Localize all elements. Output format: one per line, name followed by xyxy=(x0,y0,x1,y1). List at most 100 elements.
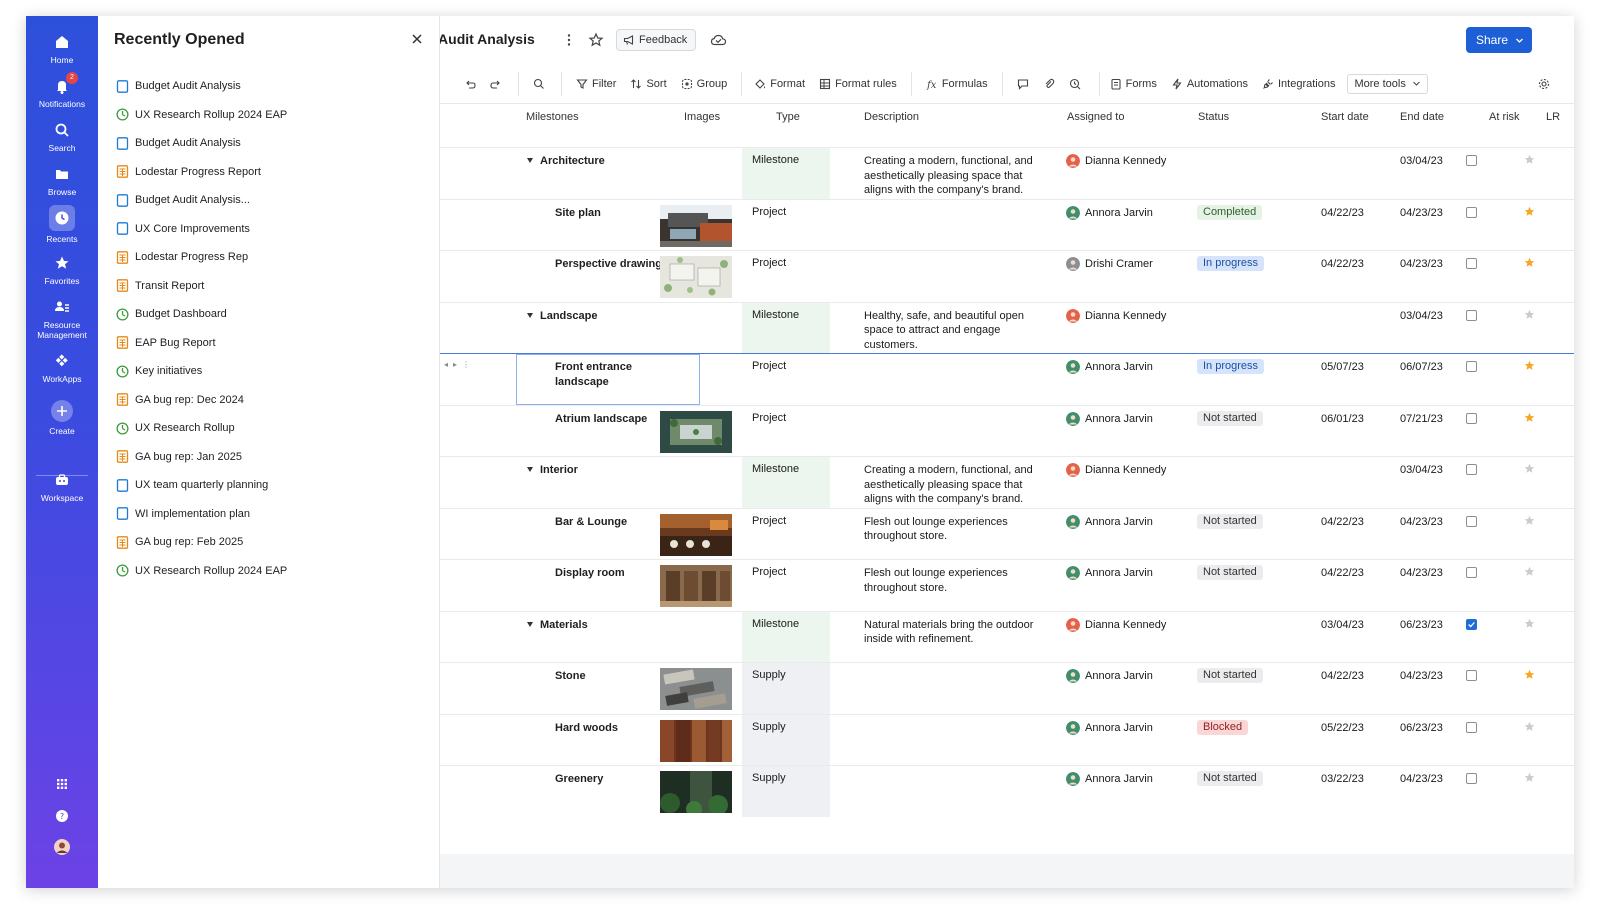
type-cell[interactable]: Milestone xyxy=(742,302,830,354)
at-risk-checkbox[interactable] xyxy=(1466,464,1477,475)
bar-thumbnail[interactable] xyxy=(660,513,732,556)
recent-item[interactable]: UX Core Improvements xyxy=(116,215,426,244)
status-cell[interactable]: In progress xyxy=(1197,256,1265,271)
recent-item[interactable]: UX team quarterly planning xyxy=(116,471,426,500)
at-risk-checkbox[interactable] xyxy=(1466,773,1477,784)
col-milestones[interactable]: Milestones xyxy=(526,111,579,123)
assignee-name[interactable]: Annora Jarvin xyxy=(1085,566,1153,581)
end-date-cell[interactable]: 06/07/23 xyxy=(1400,360,1443,375)
at-risk-checkbox[interactable] xyxy=(1466,361,1477,372)
rail-recents[interactable]: Recents xyxy=(26,205,98,244)
col-images[interactable]: Images xyxy=(684,111,720,123)
status-cell[interactable]: In progress xyxy=(1197,359,1265,374)
assignee-name[interactable]: Annora Jarvin xyxy=(1085,412,1153,427)
more-tools-dropdown[interactable]: More tools xyxy=(1347,73,1428,94)
rail-create[interactable]: Create xyxy=(26,399,98,436)
milestone-name[interactable]: Materials xyxy=(540,618,680,633)
milestone-name[interactable]: Site plan xyxy=(555,206,665,221)
rail-home[interactable]: Home xyxy=(26,32,98,65)
activity-button[interactable] xyxy=(1069,78,1085,90)
star-filled-icon[interactable] xyxy=(1524,257,1535,268)
end-date-cell[interactable]: 03/04/23 xyxy=(1400,154,1443,169)
type-cell[interactable]: Supply xyxy=(742,766,830,817)
table-row[interactable]: Site plan Project Annora Jarvin Completed 04… xyxy=(440,198,1574,251)
table-row[interactable]: Materials Milestone Natural materials brin… xyxy=(440,610,1574,663)
description-cell[interactable]: Creating a modern, functional, and aesth… xyxy=(864,463,1054,507)
description-cell[interactable]: Flesh out lounge experiences throughout … xyxy=(864,566,1054,595)
end-date-cell[interactable]: 06/23/23 xyxy=(1400,618,1443,633)
recent-item[interactable]: UX Research Rollup xyxy=(116,414,426,443)
apps-grid-button[interactable] xyxy=(26,774,98,797)
type-cell[interactable]: Project xyxy=(742,200,830,251)
type-cell[interactable]: Project xyxy=(742,406,830,457)
end-date-cell[interactable]: 03/04/23 xyxy=(1400,463,1443,478)
start-date-cell[interactable]: 05/07/23 xyxy=(1321,360,1364,375)
recent-item[interactable]: Lodestar Progress Rep xyxy=(116,243,426,272)
col-type[interactable]: Type xyxy=(776,111,800,123)
format-button[interactable]: Format xyxy=(754,78,805,90)
assignee-name[interactable]: Dianna Kennedy xyxy=(1085,618,1166,633)
attachments-button[interactable] xyxy=(1043,78,1059,90)
row-actions-icon[interactable]: ◂▸⋮ xyxy=(444,360,475,369)
format-rules-button[interactable]: Format rules xyxy=(819,78,897,90)
status-cell[interactable]: Not started xyxy=(1197,513,1263,529)
sheet-title[interactable]: t Audit Analysis xyxy=(430,31,535,47)
type-cell[interactable]: Project xyxy=(742,560,830,611)
status-cell[interactable]: Completed xyxy=(1197,204,1263,220)
table-row[interactable]: Greenery Supply Annora Jarvin Not started 03… xyxy=(440,765,1574,817)
start-date-cell[interactable]: 04/22/23 xyxy=(1321,669,1364,684)
assignee-name[interactable]: Drishi Cramer xyxy=(1085,257,1153,272)
milestone-name[interactable]: Stone xyxy=(555,669,665,684)
rail-notifications[interactable]: 2 Notifications xyxy=(26,72,98,109)
description-cell[interactable]: Flesh out lounge experiences throughout … xyxy=(864,515,1054,544)
collapse-caret-icon[interactable] xyxy=(527,312,533,318)
at-risk-checkbox[interactable] xyxy=(1466,309,1477,321)
milestone-name[interactable]: Landscape xyxy=(540,309,680,324)
assignee-name[interactable]: Annora Jarvin xyxy=(1085,360,1153,375)
start-date-cell[interactable]: 04/22/23 xyxy=(1321,257,1364,272)
assignee-name[interactable]: Annora Jarvin xyxy=(1085,206,1153,221)
description-cell[interactable]: Healthy, safe, and beautiful open space … xyxy=(864,309,1054,353)
type-cell[interactable]: Milestone xyxy=(742,148,830,199)
building-thumbnail[interactable] xyxy=(660,204,732,247)
table-row[interactable]: Perspective drawing Project Drishi Cramer I… xyxy=(440,250,1574,302)
help-button[interactable]: ? xyxy=(26,806,98,829)
recent-item[interactable]: Transit Report xyxy=(116,272,426,301)
start-date-cell[interactable]: 04/22/23 xyxy=(1321,515,1364,530)
recent-item[interactable]: WI implementation plan xyxy=(116,500,426,529)
greenery-thumbnail[interactable] xyxy=(660,771,732,813)
table-row[interactable]: Bar & Lounge Project Flesh out lounge expe… xyxy=(440,507,1574,560)
close-panel-button[interactable] xyxy=(410,32,424,46)
col-at-risk[interactable]: At risk xyxy=(1489,111,1520,123)
table-row[interactable]: Display room Project Flesh out lounge expe… xyxy=(440,559,1574,611)
end-date-cell[interactable]: 04/23/23 xyxy=(1400,257,1443,272)
recent-item[interactable]: Budget Audit Analysis xyxy=(116,72,426,101)
type-cell[interactable]: Project xyxy=(742,251,830,302)
end-date-cell[interactable]: 07/21/23 xyxy=(1400,412,1443,427)
start-date-cell[interactable]: 05/22/23 xyxy=(1321,721,1364,736)
end-date-cell[interactable]: 06/23/23 xyxy=(1400,721,1443,736)
col-description[interactable]: Description xyxy=(864,111,919,123)
col-status[interactable]: Status xyxy=(1198,111,1229,123)
recent-item[interactable]: GA bug rep: Jan 2025 xyxy=(116,443,426,472)
star-empty-icon[interactable] xyxy=(1524,515,1535,526)
at-risk-checkbox[interactable] xyxy=(1466,567,1477,578)
assignee-name[interactable]: Annora Jarvin xyxy=(1085,772,1153,787)
rail-workspace[interactable]: Workspace xyxy=(26,470,98,503)
star-filled-icon[interactable] xyxy=(1524,360,1535,371)
milestone-name[interactable]: Hard woods xyxy=(555,721,665,736)
at-risk-checkbox[interactable] xyxy=(1466,412,1477,424)
milestone-name[interactable]: Bar & Lounge xyxy=(555,515,665,530)
start-date-cell[interactable]: 04/22/23 xyxy=(1321,566,1364,581)
milestone-name[interactable]: Architecture xyxy=(540,154,680,169)
sheet-menu-button[interactable] xyxy=(562,32,576,48)
sync-status-button[interactable] xyxy=(710,32,727,48)
table-row[interactable]: Hard woods Supply Annora Jarvin Blocked 05/2… xyxy=(440,713,1574,766)
search-sheet-button[interactable] xyxy=(533,78,549,90)
table-row[interactable]: Atrium landscape Project Annora Jarvin Not … xyxy=(440,404,1574,457)
table-row[interactable]: Landscape Milestone Healthy, safe, and bea… xyxy=(440,301,1574,354)
star-empty-icon[interactable] xyxy=(1524,721,1535,732)
end-date-cell[interactable]: 04/23/23 xyxy=(1400,566,1443,581)
milestone-name[interactable]: Interior xyxy=(540,463,680,478)
description-cell[interactable]: Creating a modern, functional, and aesth… xyxy=(864,154,1054,198)
